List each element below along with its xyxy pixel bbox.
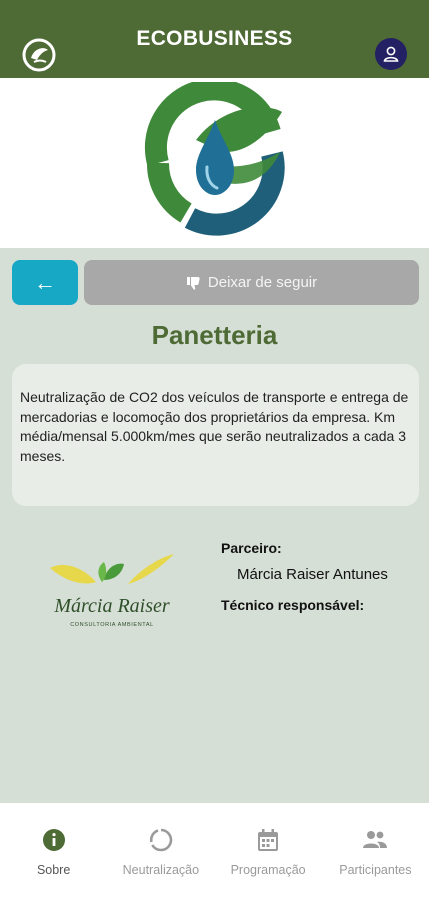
nav-item-programacao[interactable]: Programação: [223, 827, 313, 877]
unfollow-label: Deixar de seguir: [207, 274, 318, 291]
info-icon: [41, 827, 67, 853]
unfollow-button[interactable]: Deixar de seguir: [84, 260, 419, 305]
company-banner: [0, 78, 429, 248]
partner-label: Parceiro:: [221, 540, 282, 556]
thumbs-down-icon: [186, 275, 202, 291]
app-title: ECOBUSINESS: [136, 27, 293, 50]
partner-logo-text: Márcia Raiser: [53, 595, 170, 617]
nav-item-neutralizacao[interactable]: Neutralização: [116, 827, 206, 877]
company-title: Panetteria: [151, 320, 278, 350]
back-button[interactable]: ←: [12, 260, 78, 305]
eco-leaf-logo-icon[interactable]: [22, 38, 56, 72]
partner-name: Márcia Raiser Antunes: [237, 566, 388, 583]
description-card: Neutralização de CO2 dos veículos de tra…: [12, 364, 419, 506]
nav-item-sobre[interactable]: Sobre: [9, 827, 99, 877]
nav-label-participantes: Participantes: [339, 863, 412, 877]
partner-logo-subtext: CONSULTORIA AMBIENTAL: [70, 622, 154, 628]
calendar-icon: [255, 827, 281, 853]
people-icon: [362, 827, 388, 853]
bottom-navigation: Sobre Neutralização Programação Particip…: [0, 803, 429, 900]
profile-button[interactable]: [375, 38, 407, 70]
nav-label-sobre: Sobre: [36, 863, 71, 877]
app-header: ECOBUSINESS: [0, 0, 429, 78]
company-description: Neutralização de CO2 dos veículos de tra…: [20, 389, 409, 464]
technician-label: Técnico responsável:: [221, 597, 365, 613]
nav-item-participantes[interactable]: Participantes: [330, 827, 420, 877]
water-drop-leaf-logo: [144, 82, 285, 236]
arrow-left-icon: ←: [34, 269, 56, 295]
user-icon: [383, 46, 399, 62]
circle-progress-icon: [148, 827, 174, 853]
partner-logo: Márcia Raiser CONSULTORIA AMBIENTAL: [50, 554, 174, 628]
nav-label-neutralizacao: Neutralização: [122, 863, 200, 877]
nav-label-programacao: Programação: [230, 863, 306, 877]
